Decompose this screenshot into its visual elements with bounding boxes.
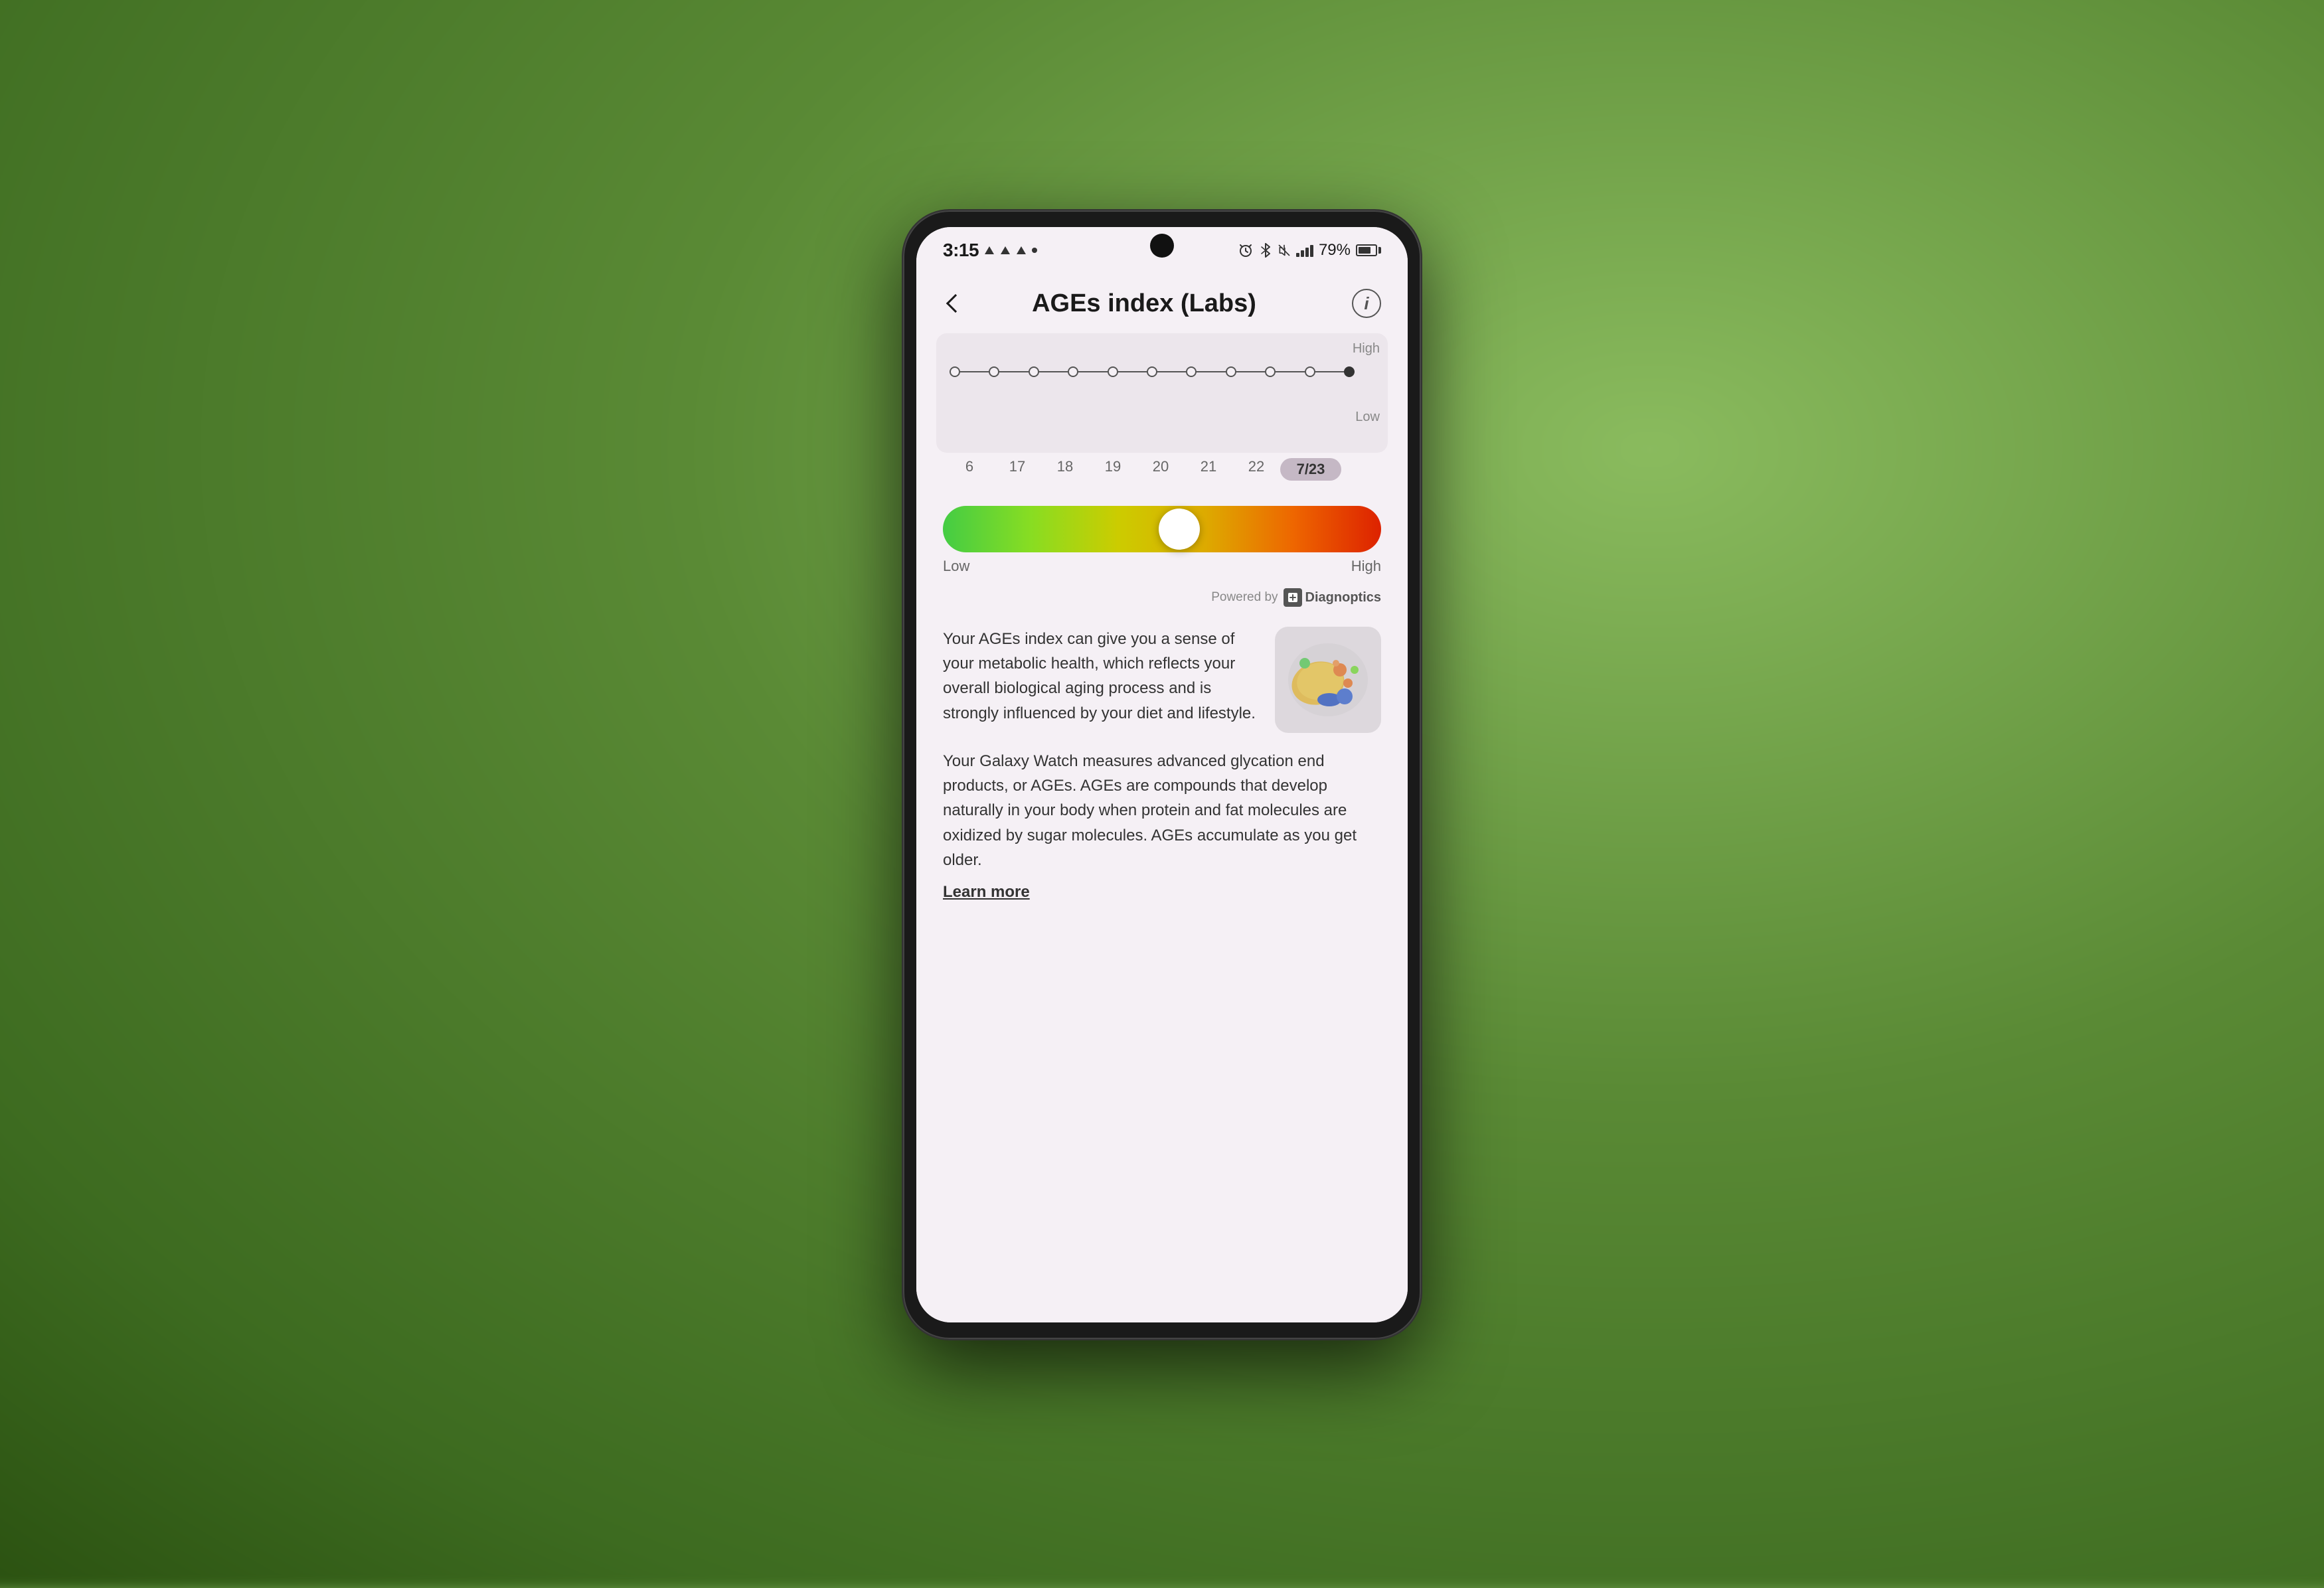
battery-percent: 79%	[1319, 241, 1351, 260]
app-header: AGEs index (Labs) i	[916, 274, 1408, 333]
description-paragraph-1: Your AGEs index can give you a sense of …	[943, 627, 1262, 733]
mute-icon	[1278, 242, 1291, 258]
gauge-bar-wrapper	[943, 506, 1381, 552]
timeline-dot-6	[1186, 366, 1197, 377]
nav-icon	[985, 246, 994, 254]
date-22: 22	[1232, 458, 1280, 481]
timeline-dot-2	[1029, 366, 1039, 377]
battery-icon	[1356, 244, 1381, 256]
date-20: 20	[1137, 458, 1185, 481]
timeline-dot-4	[1108, 366, 1118, 377]
status-icons-right: 79%	[1238, 241, 1381, 260]
signal-icon	[1296, 244, 1313, 257]
camera-area	[1150, 234, 1174, 258]
camera-hole	[1150, 234, 1174, 258]
chart-wrapper: High Low	[936, 333, 1388, 453]
gauge-section: Low High	[916, 486, 1408, 582]
powered-text: Powered by Diagnoptics	[943, 588, 1381, 607]
chart-timeline	[950, 366, 1355, 377]
phone-device: 3:15	[903, 210, 1421, 1339]
status-icons-left	[984, 246, 1037, 254]
nav-icon-2	[1001, 246, 1010, 254]
info-icon: i	[1364, 293, 1369, 314]
timeline-dot-8	[1265, 366, 1276, 377]
back-button[interactable]	[936, 287, 969, 320]
timeline-dot-3	[1068, 366, 1078, 377]
powered-by-section: Powered by Diagnoptics	[916, 582, 1408, 607]
desc-block-1: Your AGEs index can give you a sense of …	[943, 627, 1381, 733]
molecule-svg	[1282, 633, 1374, 726]
timeline-dot-10	[1344, 366, 1355, 377]
date-17: 17	[993, 458, 1041, 481]
timeline-dot-9	[1305, 366, 1315, 377]
alarm-icon	[1238, 242, 1254, 258]
back-chevron-icon	[946, 294, 965, 313]
bluetooth-icon	[1259, 242, 1272, 258]
timeline-dot-5	[1147, 366, 1157, 377]
diagnoptics-name: Diagnoptics	[1305, 590, 1381, 605]
date-723: 7/23	[1280, 458, 1341, 481]
timeline-dot-1	[989, 366, 999, 377]
date-21: 21	[1185, 458, 1232, 481]
diagnoptics-icon	[1284, 588, 1302, 607]
timeline-dot-7	[1226, 366, 1236, 377]
date-labels: 6 17 18 19 20 21 22 7/23	[936, 453, 1355, 486]
info-button[interactable]: i	[1352, 289, 1381, 318]
diag-svg-icon	[1287, 592, 1299, 603]
gauge-low-label: Low	[943, 558, 969, 575]
powered-by-label: Powered by	[1211, 590, 1278, 605]
description-area: Your AGEs index can give you a sense of …	[916, 607, 1408, 1322]
description-paragraph-2: Your Galaxy Watch measures advanced glyc…	[943, 749, 1381, 872]
gauge-bar	[943, 506, 1381, 552]
date-18: 18	[1041, 458, 1089, 481]
gauge-labels: Low High	[943, 558, 1381, 575]
timeline-dots	[950, 366, 1355, 377]
page-title: AGEs index (Labs)	[969, 289, 1319, 318]
diagnoptics-logo: Diagnoptics	[1284, 588, 1381, 607]
chart-high-label: High	[1353, 341, 1380, 357]
chart-area: High Low	[916, 333, 1408, 486]
chart-low-label: Low	[1355, 410, 1380, 425]
date-19: 19	[1089, 458, 1137, 481]
nav-icon-3	[1017, 246, 1026, 254]
timeline-dot-0	[950, 366, 960, 377]
phone-screen: 3:15	[916, 227, 1408, 1322]
dot-icon	[1032, 248, 1037, 253]
status-bar: 3:15	[916, 227, 1408, 274]
gauge-high-label: High	[1351, 558, 1381, 575]
molecule-illustration	[1275, 627, 1381, 733]
date-6: 6	[946, 458, 993, 481]
learn-more-link[interactable]: Learn more	[943, 883, 1030, 901]
gauge-thumb	[1159, 509, 1200, 550]
status-time: 3:15	[943, 240, 979, 261]
app-content: AGEs index (Labs) i High Low	[916, 274, 1408, 1322]
